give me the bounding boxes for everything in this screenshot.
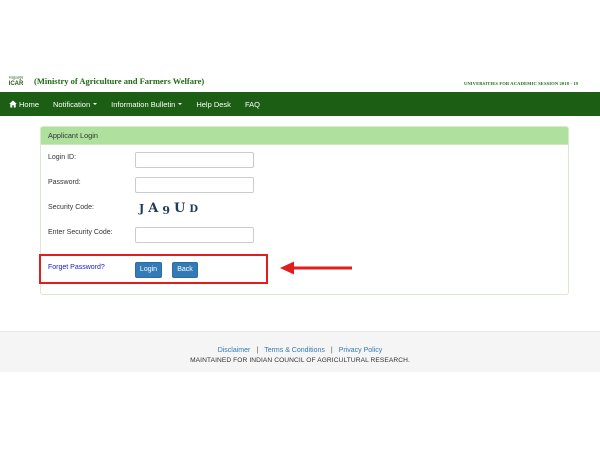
logo-text: ICAR — [8, 81, 24, 87]
terms-link[interactable]: Terms & Conditions — [264, 347, 325, 354]
enter-security-code-label: Enter Security Code: — [48, 229, 113, 236]
captcha-char: U — [173, 201, 186, 216]
highlight-box — [39, 254, 268, 284]
footer-maintained-note: MAINTAINED FOR INDIAN COUNCIL OF AGRICUL… — [190, 357, 410, 364]
security-code-input[interactable] — [135, 227, 254, 243]
panel-title: Applicant Login — [41, 127, 568, 145]
ministry-title: (Ministry of Agriculture and Farmers Wel… — [34, 76, 205, 86]
academic-session-text: UNIVERSITIES FOR ACADEMIC SESSION 2018 -… — [463, 81, 578, 86]
password-label: Password: — [48, 179, 81, 186]
captcha-char: 9 — [162, 204, 170, 217]
login-id-input[interactable] — [135, 152, 254, 168]
main-navbar: Home Notification Information Bulletin H… — [0, 92, 600, 116]
pointer-arrow-icon — [280, 261, 352, 275]
login-id-label: Login ID: — [48, 154, 77, 161]
nav-help-desk[interactable]: Help Desk — [196, 92, 231, 116]
nav-faq-label: FAQ — [244, 99, 260, 109]
captcha-char: A — [148, 201, 159, 216]
footer-links: Disclaimer | Terms & Conditions | Privacy Po… — [0, 347, 600, 354]
password-input[interactable] — [135, 177, 254, 193]
captcha-image: J A 9 U D — [139, 201, 202, 219]
footer-separator: | — [256, 347, 259, 354]
nav-information-bulletin[interactable]: Information Bulletin — [111, 92, 183, 116]
icar-logo: भाकृअनुप ICAR — [6, 75, 26, 89]
footer-separator: | — [330, 347, 333, 354]
chevron-down-icon — [93, 103, 98, 105]
security-code-label: Security Code: — [48, 204, 94, 211]
chevron-down-icon — [178, 103, 183, 105]
nav-home-label: Home — [19, 99, 40, 109]
footer: Disclaimer | Terms & Conditions | Privacy Po… — [0, 331, 600, 372]
nav-helpdesk-label: Help Desk — [196, 99, 231, 109]
privacy-policy-link[interactable]: Privacy Policy — [339, 347, 383, 354]
nav-bulletin-label: Information Bulletin — [111, 99, 176, 109]
disclaimer-link[interactable]: Disclaimer — [218, 347, 251, 354]
captcha-char: J — [139, 202, 145, 215]
nav-notification-label: Notification — [53, 99, 91, 109]
nav-faq[interactable]: FAQ — [245, 92, 260, 116]
brand-bar: भाकृअनुप ICAR (Ministry of Agriculture a… — [0, 72, 600, 92]
home-icon — [9, 100, 17, 108]
nav-home[interactable]: Home — [9, 92, 39, 116]
captcha-char: D — [189, 204, 198, 215]
nav-notification[interactable]: Notification — [53, 92, 98, 116]
